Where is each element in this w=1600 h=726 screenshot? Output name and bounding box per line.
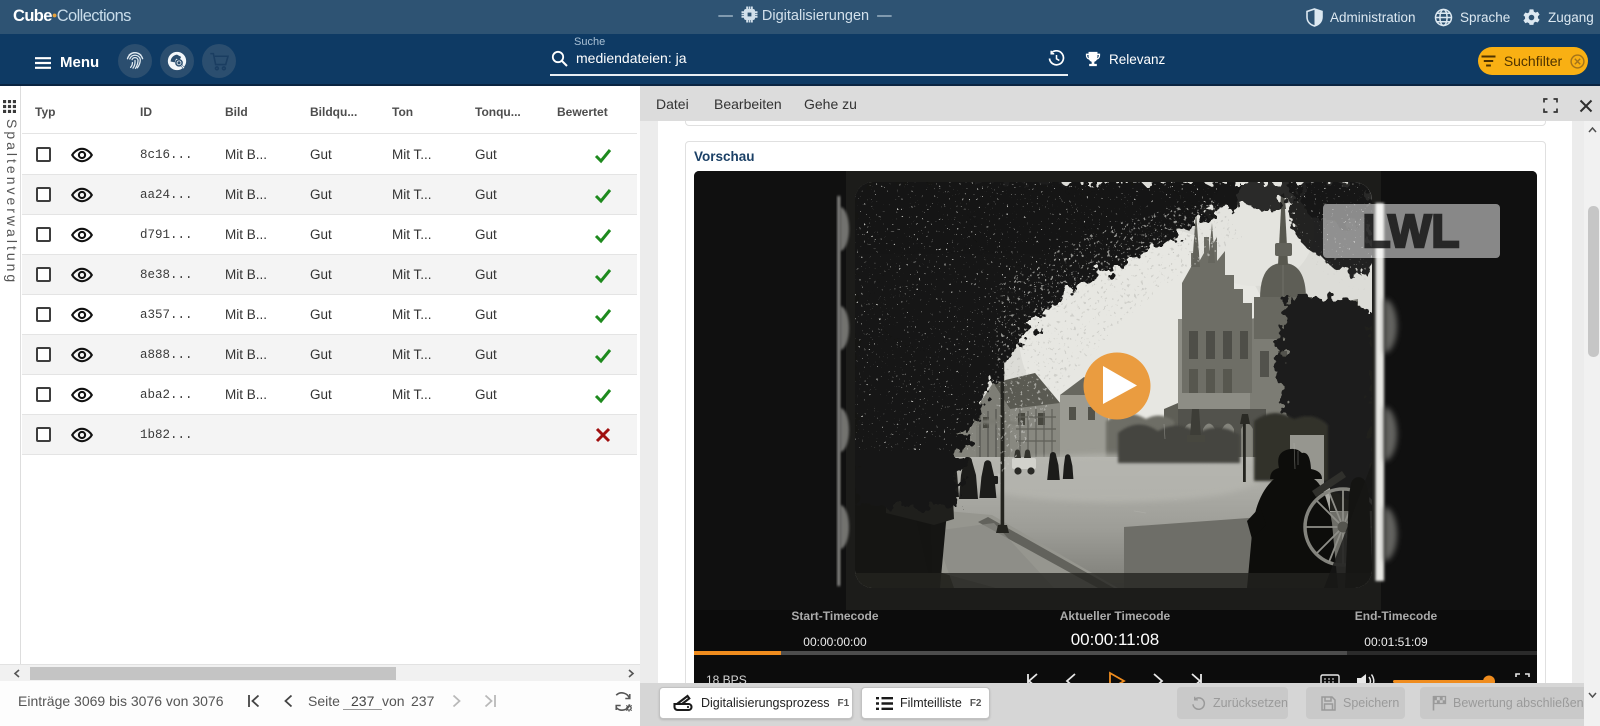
svg-text:18 BPS: 18 BPS <box>706 673 747 683</box>
svg-text:LWL: LWL <box>1362 205 1459 257</box>
